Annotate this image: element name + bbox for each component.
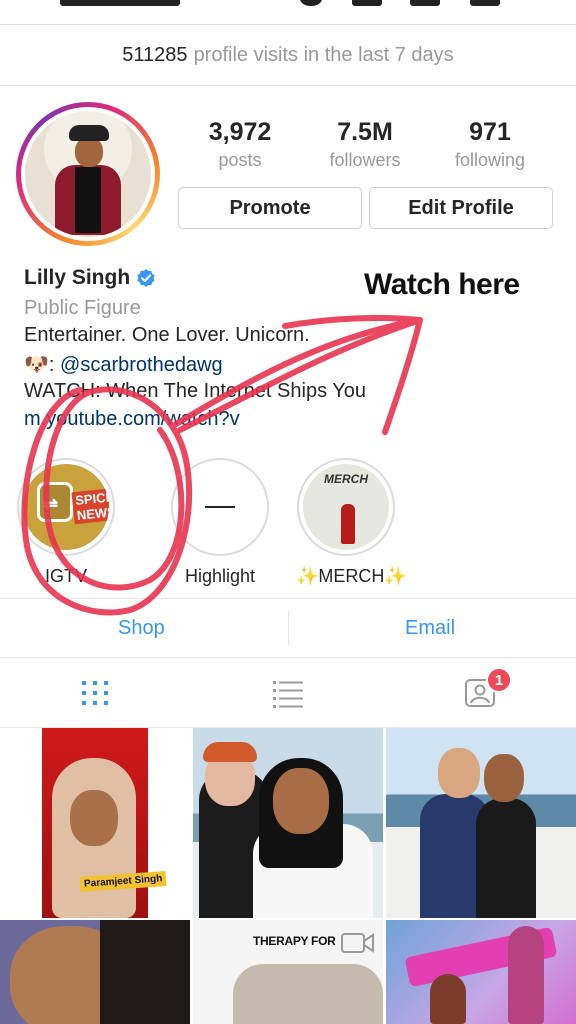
followers-label: followers bbox=[329, 150, 401, 170]
notification-badge: 1 bbox=[486, 667, 512, 693]
following-count: 971 bbox=[469, 118, 511, 146]
verified-badge-icon bbox=[137, 269, 155, 287]
status-icon bbox=[300, 0, 322, 6]
post-5-text: THERAPY FOR bbox=[253, 934, 336, 948]
signal-icon bbox=[352, 0, 382, 6]
profile-name-row: Lilly Singh bbox=[24, 266, 156, 290]
profile-visits-count: 511285 bbox=[122, 43, 188, 66]
merch-cover-text: MERCH bbox=[324, 472, 368, 486]
profile-tabs bbox=[0, 658, 576, 728]
bio-line-1: Entertainer. One Lover. Unicorn. bbox=[24, 324, 310, 346]
post-thumbnail-1[interactable]: Paramjeet Singh bbox=[0, 728, 190, 918]
highlight-new[interactable]: Highlight bbox=[170, 458, 270, 587]
posts-label: posts bbox=[218, 150, 262, 170]
edit-profile-button[interactable]: Edit Profile bbox=[369, 187, 553, 229]
stat-followers[interactable]: 7.5M followers bbox=[305, 118, 425, 171]
post-thumbnail-3[interactable] bbox=[386, 728, 576, 918]
merch-cover: MERCH bbox=[303, 464, 389, 550]
highlight-igtv[interactable]: ⇌ SPICE NEWS IGTV bbox=[16, 458, 116, 587]
list-view-icon[interactable] bbox=[271, 676, 305, 710]
highlight-label-new: Highlight bbox=[184, 566, 256, 586]
promote-button[interactable]: Promote bbox=[178, 187, 362, 229]
profile-visits-label: profile visits in the last 7 days bbox=[193, 43, 454, 66]
highlight-label-igtv: IGTV bbox=[44, 566, 87, 586]
profile-avatar[interactable] bbox=[16, 102, 160, 246]
status-text-fragment bbox=[60, 0, 180, 6]
post-thumbnail-2[interactable] bbox=[193, 728, 383, 918]
bio-line-2: 🐶: @scarbrothedawg bbox=[24, 352, 223, 377]
profile-name: Lilly Singh bbox=[24, 266, 131, 289]
status-bar bbox=[0, 0, 576, 24]
grid-view-icon[interactable] bbox=[78, 676, 112, 710]
highlight-label-merch: ✨MERCH✨ bbox=[296, 566, 407, 586]
bio-website-link[interactable]: m.youtube.com/watch?v bbox=[24, 408, 240, 431]
profile-visits-banner[interactable]: 511285 profile visits in the last 7 days bbox=[0, 24, 576, 86]
post-thumbnail-6[interactable] bbox=[386, 920, 576, 1024]
followers-count: 7.5M bbox=[337, 118, 393, 146]
posts-count: 3,972 bbox=[208, 118, 272, 146]
stat-following[interactable]: 971 following bbox=[430, 118, 550, 171]
dog-emoji-icon: 🐶 bbox=[24, 354, 49, 376]
bio-mention-prefix: : bbox=[48, 354, 61, 376]
email-button[interactable]: Email bbox=[405, 617, 455, 640]
following-label: following bbox=[454, 150, 526, 170]
video-icon bbox=[341, 933, 374, 953]
stat-posts[interactable]: 3,972 posts bbox=[180, 118, 300, 171]
bio-website-text[interactable]: m.youtube.com/watch?v bbox=[24, 408, 240, 430]
contact-divider bbox=[288, 611, 289, 645]
shop-button[interactable]: Shop bbox=[118, 617, 165, 640]
contact-bar: Shop Email bbox=[0, 598, 576, 658]
igtv-cover: ⇌ SPICE NEWS bbox=[23, 464, 109, 550]
avatar-photo bbox=[25, 111, 151, 237]
profile-category: Public Figure bbox=[24, 297, 141, 319]
wifi-icon bbox=[410, 0, 440, 6]
new-highlight-plus-icon bbox=[177, 464, 263, 550]
bio-line-3: WATCH: When The Internet Ships You bbox=[24, 380, 367, 402]
battery-icon bbox=[470, 0, 500, 6]
post-thumbnail-5[interactable]: THERAPY FOR bbox=[193, 920, 383, 1024]
post-thumbnail-4[interactable] bbox=[0, 920, 190, 1024]
video-icon bbox=[148, 739, 181, 759]
watch-here-annotation: Watch here bbox=[364, 268, 520, 301]
highlight-merch[interactable]: MERCH ✨MERCH✨ bbox=[296, 458, 407, 587]
spice-news-tag: SPICE NEWS bbox=[71, 487, 109, 525]
bio-mention-link[interactable]: @scarbrothedawg bbox=[60, 354, 223, 376]
